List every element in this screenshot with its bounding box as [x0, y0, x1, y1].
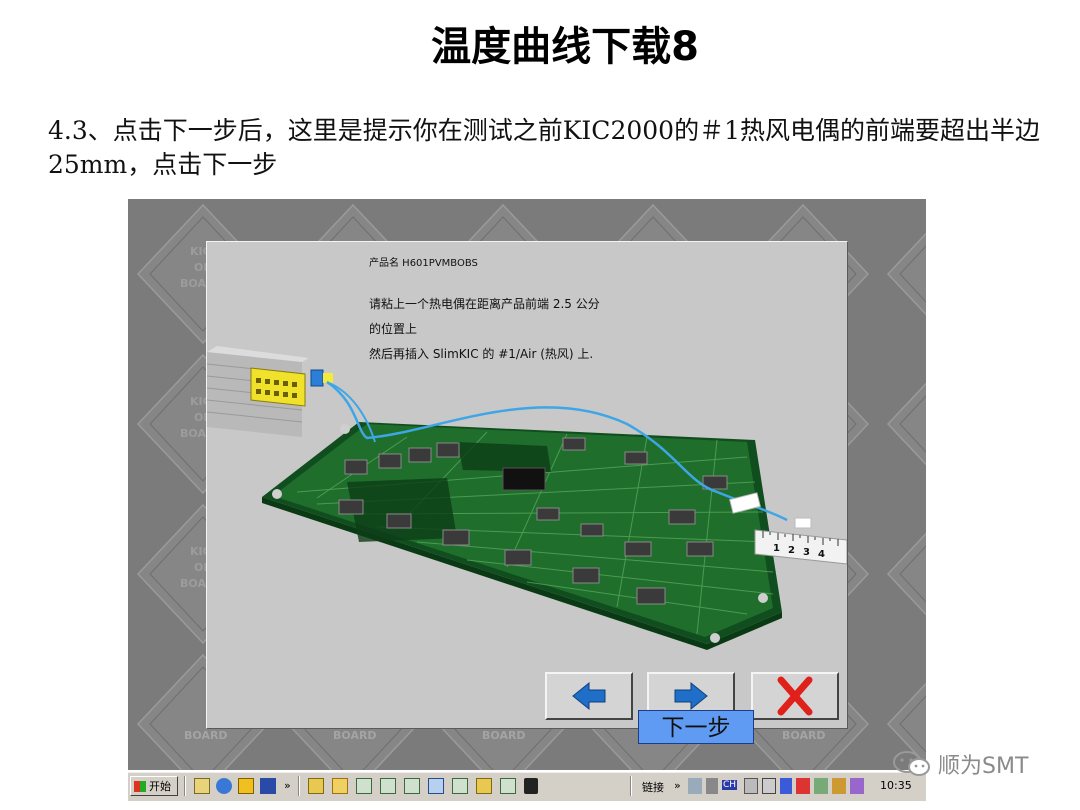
tray-app-icon[interactable]: [832, 778, 846, 794]
cancel-button[interactable]: [751, 672, 839, 720]
instruction-line-1: 请粘上一个热电偶在距离产品前端 2.5 公分: [369, 297, 600, 311]
quicklaunch-app-icon[interactable]: [238, 778, 254, 794]
windows-flag-icon: [134, 781, 146, 792]
keyboard-tray-icon[interactable]: [744, 778, 758, 794]
instruction-line-3: 然后再插入 SlimKIC 的 #1/Air (热风) 上.: [369, 347, 594, 361]
security-tray-icon[interactable]: [780, 778, 792, 794]
clock[interactable]: 10:35: [880, 779, 912, 792]
task-folder-icon[interactable]: [476, 778, 492, 794]
task-browser-icon[interactable]: [428, 778, 444, 794]
task-document-icon[interactable]: [500, 778, 516, 794]
ruler-number-3: 3: [803, 547, 810, 558]
network-tray-icon[interactable]: [688, 778, 702, 794]
tray-app-icon[interactable]: [814, 778, 828, 794]
next-step-tooltip: 下一步: [638, 710, 754, 744]
product-name-label: 产品名 H601PVMBOBS: [369, 258, 478, 269]
quicklaunch-anchor-icon[interactable]: [260, 778, 276, 794]
taskbar-separator: [184, 776, 186, 796]
task-document-icon[interactable]: [404, 778, 420, 794]
pcb-illustration: [207, 346, 847, 650]
links-toolbar-label[interactable]: 链接: [642, 779, 664, 795]
taskbar-separator: [630, 776, 632, 796]
wechat-icon: [893, 751, 930, 776]
start-button[interactable]: 开始: [130, 776, 178, 796]
tray-app-icon[interactable]: [796, 778, 810, 794]
monitor-tray-icon[interactable]: [762, 778, 776, 794]
ie-browser-icon[interactable]: [216, 778, 232, 794]
show-desktop-icon[interactable]: [194, 778, 210, 794]
tray-app-icon[interactable]: [850, 778, 864, 794]
windows-taskbar: 开始 » 链接 » CH 10:35: [128, 772, 926, 801]
slide-title: 温度曲线下载8: [431, 24, 699, 70]
slide-description: 4.3、点击下一步后，这里是提示你在测试之前KIC2000的＃1热风电偶的前端要…: [48, 116, 1040, 179]
task-document-icon[interactable]: [452, 778, 468, 794]
watermark-text: 顺为SMT: [938, 754, 1029, 779]
logo-text-bottom-4: BOARD: [782, 729, 826, 742]
ruler-number-4: 4: [818, 549, 825, 560]
task-document-icon[interactable]: [356, 778, 372, 794]
task-app-icon[interactable]: [332, 778, 348, 794]
ime-indicator[interactable]: CH: [722, 780, 738, 790]
task-traffic-light-icon[interactable]: [524, 778, 538, 794]
task-document-icon[interactable]: [380, 778, 396, 794]
cancel-x-icon: [777, 676, 813, 716]
links-more-icon[interactable]: »: [674, 779, 681, 792]
task-folder-icon[interactable]: [308, 778, 324, 794]
taskbar-separator: [298, 776, 300, 796]
start-button-label: 开始: [149, 780, 171, 793]
instruction-dialog: 产品名 H601PVMBOBS 请粘上一个热电偶在距离产品前端 2.5 公分 的…: [206, 241, 848, 729]
kic-screen: KIC ON BOARD KIC ON BOARD KIC ON BOARD B…: [128, 199, 926, 770]
ruler-number-2: 2: [788, 545, 795, 556]
back-button[interactable]: [545, 672, 633, 720]
back-arrow-icon: [572, 681, 606, 711]
volume-tray-icon[interactable]: [706, 778, 718, 794]
instruction-line-2: 的位置上: [369, 322, 418, 336]
quicklaunch-more-icon[interactable]: »: [284, 779, 291, 792]
ruler-number-1: 1: [773, 543, 780, 554]
logo-text-bottom-3: BOARD: [482, 729, 526, 742]
logo-text-bottom-1: BOARD: [184, 729, 228, 742]
logo-text-bottom-2: BOARD: [333, 729, 377, 742]
